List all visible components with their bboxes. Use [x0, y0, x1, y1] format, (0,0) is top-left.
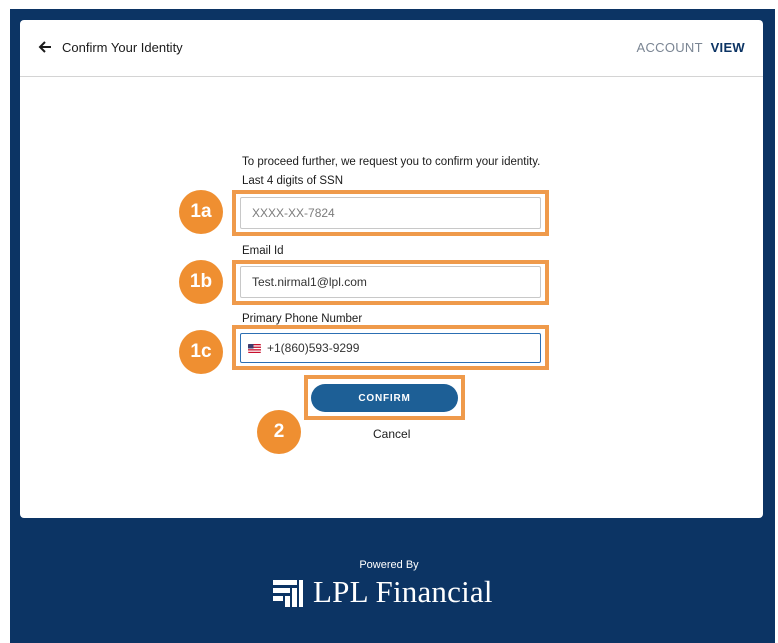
phone-field[interactable]: [240, 333, 541, 363]
callout-badge-1c: 1c: [179, 330, 223, 374]
powered-by-text: Powered By: [359, 559, 419, 571]
callout-badge-2: 2: [257, 410, 301, 454]
lpl-logo: LPL Financial: [273, 574, 493, 610]
cancel-link[interactable]: Cancel: [373, 427, 410, 441]
account-label: ACCOUNT: [636, 40, 703, 55]
ssn-input[interactable]: [240, 197, 541, 229]
card-header: Confirm Your Identity ACCOUNT VIEW: [20, 20, 763, 77]
brand-name: LPL Financial: [313, 574, 493, 609]
account-view-link[interactable]: ACCOUNT VIEW: [636, 40, 745, 55]
us-flag-icon[interactable]: [248, 344, 261, 353]
email-field[interactable]: [240, 266, 541, 298]
phone-label: Primary Phone Number: [242, 313, 363, 325]
confirm-button[interactable]: CONFIRM: [311, 384, 458, 412]
intro-text: To proceed further, we request you to co…: [242, 156, 541, 168]
callout-badge-1b: 1b: [179, 260, 223, 304]
phone-input[interactable]: [267, 334, 507, 362]
lpl-logo-icon: [273, 580, 303, 607]
view-label: VIEW: [710, 40, 745, 55]
identity-card: Confirm Your Identity ACCOUNT VIEW To pr…: [20, 20, 763, 518]
email-label: Email Id: [242, 245, 284, 257]
callout-badge-1a: 1a: [179, 190, 223, 234]
back-arrow-icon[interactable]: [38, 40, 52, 54]
ssn-label: Last 4 digits of SSN: [242, 175, 343, 187]
page-title: Confirm Your Identity: [62, 40, 183, 55]
